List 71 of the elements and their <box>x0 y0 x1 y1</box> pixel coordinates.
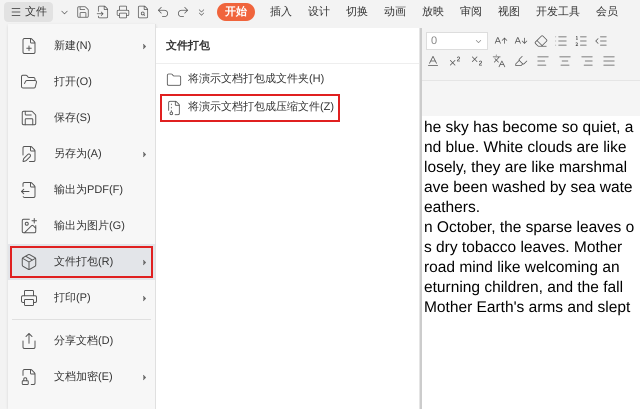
printer-icon[interactable] <box>20 289 38 307</box>
menu-icon <box>10 6 22 18</box>
eraser-icon[interactable] <box>534 34 548 48</box>
ribbon-tab[interactable]: 放映 <box>415 3 451 21</box>
file-menu-button[interactable]: 文件 <box>4 2 53 22</box>
printer-icon[interactable] <box>116 5 130 19</box>
file-menu-item[interactable]: 另存为(A) <box>8 136 155 172</box>
file-menu-item[interactable]: 打开(O) <box>8 64 155 100</box>
folder-icon[interactable] <box>166 72 182 88</box>
submenu-item[interactable]: 将演示文档打包成文件夹(H) <box>160 66 330 94</box>
file-lock-icon[interactable] <box>20 368 38 386</box>
document-text-line: n October, the sparse leaves o <box>424 218 636 238</box>
ribbon-tab[interactable]: 审阅 <box>453 3 489 21</box>
superscript-icon[interactable] <box>448 54 462 68</box>
folder-icon[interactable] <box>20 73 38 91</box>
document-text-line: he sky has become so quiet, a <box>424 118 634 138</box>
justify-icon[interactable] <box>602 54 616 68</box>
file-menu-item[interactable]: 输出为图片(G) <box>8 208 155 244</box>
subscript-icon[interactable] <box>470 54 484 68</box>
numbered-list-icon[interactable] <box>574 34 588 48</box>
align-right-icon[interactable] <box>580 54 594 68</box>
file-menu-item[interactable]: 分享文档(D) <box>8 323 155 359</box>
submenu-arrow-icon <box>140 42 149 50</box>
redo-icon[interactable] <box>176 5 190 19</box>
document-text-line: Mother Earth's arms and slept <box>424 298 632 318</box>
submenu-arrow-icon <box>140 150 149 158</box>
font-color-icon[interactable] <box>426 54 440 68</box>
submenu-item[interactable]: 将演示文档打包成压缩文件(Z) <box>160 94 340 122</box>
file-menu-item[interactable]: 打印(P) <box>8 280 155 316</box>
phonetic-icon[interactable] <box>492 54 506 68</box>
align-left-icon[interactable] <box>536 54 550 68</box>
file-menu-item[interactable]: 文档加密(E) <box>8 359 155 395</box>
new-file-icon[interactable] <box>20 37 38 55</box>
document-text-line: ave been washed by sea wate <box>424 178 634 198</box>
file-menu-item[interactable]: 保存(S) <box>8 100 155 136</box>
submenu-title: 文件打包 <box>156 28 419 64</box>
submenu-arrow-icon <box>140 258 149 266</box>
highlighter-icon[interactable] <box>514 54 528 68</box>
file-pen-icon[interactable] <box>20 145 38 163</box>
file-menu-item[interactable]: 新建(N) <box>8 28 155 64</box>
file-menu-item[interactable]: 输出为PDF(F) <box>8 172 155 208</box>
submenu-arrow-icon <box>140 372 149 382</box>
align-center-icon[interactable] <box>558 54 572 68</box>
indent-icon[interactable] <box>594 34 608 48</box>
ribbon-tab[interactable]: 视图 <box>491 3 527 21</box>
save-icon[interactable] <box>76 5 90 19</box>
ribbon-tab[interactable]: 开发工具 <box>529 3 587 21</box>
document-text-line: s dry tobacco leaves. Mother <box>424 238 624 258</box>
document-text-line: eturning children, and the fall <box>424 278 624 298</box>
save-icon[interactable] <box>20 109 38 127</box>
submenu-arrow-icon <box>140 294 149 302</box>
undo-icon[interactable] <box>156 5 170 19</box>
more-icon[interactable] <box>196 6 207 18</box>
image-icon[interactable] <box>20 217 38 235</box>
ribbon-tab[interactable]: 设计 <box>301 3 337 21</box>
file-output-icon[interactable] <box>20 181 38 199</box>
ribbon-tab[interactable]: 插入 <box>263 3 299 21</box>
archive-icon[interactable] <box>166 100 182 116</box>
font-size-field[interactable]: 0 <box>426 32 488 50</box>
ribbon-tab[interactable]: 动画 <box>377 3 413 21</box>
file-menu-item[interactable]: 文件打包(R) <box>8 244 155 280</box>
print-preview-icon[interactable] <box>136 5 150 19</box>
package-icon[interactable] <box>20 253 38 271</box>
document-text-line: losely, they are like marshmal <box>424 158 628 178</box>
file-input-icon[interactable] <box>96 5 110 19</box>
document-text-line: road mind like welcoming an <box>424 258 621 278</box>
ribbon-tab[interactable]: 切换 <box>339 3 375 21</box>
share-icon[interactable] <box>20 332 38 350</box>
document-text-line: nd blue. White clouds are like <box>424 138 628 158</box>
document-text-line: eathers. <box>424 198 482 218</box>
ribbon-tab[interactable]: 会员 <box>589 3 625 21</box>
